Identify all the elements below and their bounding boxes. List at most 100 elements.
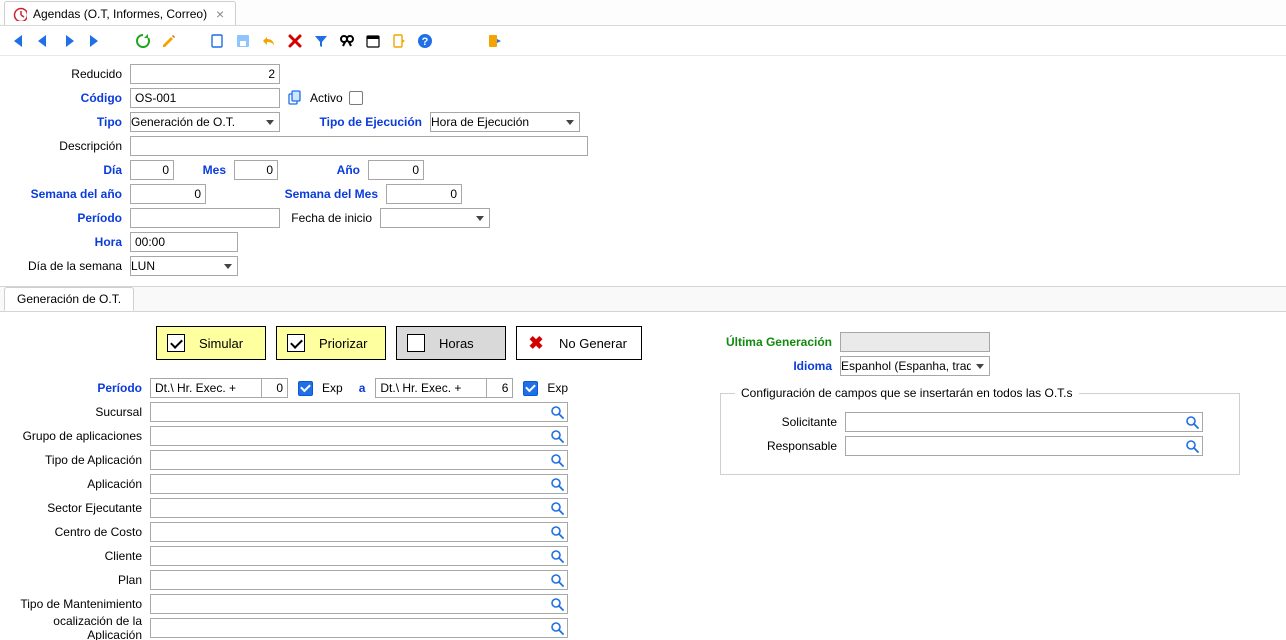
option-simular[interactable]: Simular [156,326,266,360]
tipo-select[interactable]: Generación de O.T. [130,112,280,132]
semana-mes-field[interactable] [386,184,462,204]
lookup-field[interactable] [150,522,568,542]
reducido-field[interactable] [130,64,280,84]
periodo-label: Período [10,211,130,225]
config-campos-fieldset: Configuración de campos que se insertará… [720,386,1240,475]
tipo-ejecucion-label: Tipo de Ejecución [280,115,430,129]
option-horas[interactable]: Horas [396,326,506,360]
nav-next-button[interactable] [58,30,80,52]
document-tabstrip: Agendas (O.T, Informes, Correo) × [0,0,1286,26]
nav-prev-button[interactable] [32,30,54,52]
checkbox-icon [407,334,425,352]
main-toolbar [0,26,1286,56]
search-icon[interactable] [549,452,565,468]
periodo-to-text[interactable] [375,378,487,398]
find-button[interactable] [336,30,358,52]
option-no-generar[interactable]: ✖No Generar [516,326,642,360]
exp-to-label: Exp [547,381,568,395]
lookup-field[interactable] [150,618,568,638]
idioma-select[interactable]: Espanhol (Espanha, tradi [840,356,990,376]
lookup-field[interactable] [150,450,568,470]
search-icon[interactable] [549,428,565,444]
descripcion-label: Descripción [10,139,130,153]
undo-button[interactable] [258,30,280,52]
fieldset-legend: Configuración de campos que se insertará… [735,386,1079,400]
responsable-field[interactable] [845,436,1203,456]
lookup-field[interactable] [150,402,568,422]
lookup-label: Grupo de aplicaciones [0,429,150,443]
help-button[interactable] [414,30,436,52]
solicitante-field[interactable] [845,412,1203,432]
search-icon[interactable] [549,572,565,588]
option-priorizar[interactable]: Priorizar [276,326,386,360]
activo-label: Activo [310,91,343,105]
exit-button[interactable] [484,30,506,52]
tab-title: Agendas (O.T, Informes, Correo) [33,7,207,21]
periodo-from-text[interactable] [150,378,262,398]
exp-from-checkbox[interactable] [298,381,313,396]
semana-ano-field[interactable] [130,184,206,204]
tipo-ejecucion-select[interactable]: Hora de Ejecución [430,112,580,132]
semana-mes-label: Semana del Mes [206,187,386,201]
mes-field[interactable] [234,160,278,180]
lookup-label: ocalización de la Aplicación [0,614,150,640]
copy-icon[interactable] [286,89,304,107]
calendar-button[interactable] [362,30,384,52]
export-button[interactable] [388,30,410,52]
search-icon[interactable] [549,620,565,636]
dia-field[interactable] [130,160,174,180]
descripcion-field[interactable] [130,136,588,156]
document-tab-agendas[interactable]: Agendas (O.T, Informes, Correo) × [4,1,236,25]
activo-checkbox[interactable] [349,91,363,105]
clock-icon [13,7,27,21]
fecha-inicio-select[interactable] [380,208,490,228]
search-icon[interactable] [549,548,565,564]
search-icon[interactable] [549,524,565,540]
save-button[interactable] [232,30,254,52]
ano-field[interactable] [368,160,424,180]
responsable-label: Responsable [735,439,845,453]
fecha-inicio-label: Fecha de inicio [280,211,380,225]
tab-generacion-ot[interactable]: Generación de O.T. [4,287,134,311]
lookup-field[interactable] [150,498,568,518]
search-icon[interactable] [549,500,565,516]
ultima-generacion-label: Última Generación [720,335,840,349]
lookup-label: Tipo de Aplicación [0,453,150,467]
search-icon[interactable] [1184,414,1200,430]
exp-to-checkbox[interactable] [523,381,538,396]
nav-last-button[interactable] [84,30,106,52]
periodo-from-num[interactable] [262,378,288,398]
header-form: Reducido Código Activo Tipo Generación d… [0,56,1286,286]
new-button[interactable] [206,30,228,52]
lookup-label: Cliente [0,549,150,563]
lookup-label: Sector Ejecutante [0,501,150,515]
search-icon[interactable] [549,476,565,492]
edit-button[interactable] [158,30,180,52]
section-tabbar: Generación de O.T. [0,286,1286,312]
search-icon[interactable] [1184,438,1200,454]
detail-pane: Simular Priorizar Horas ✖No Generar Perí… [0,312,1286,640]
refresh-button[interactable] [132,30,154,52]
lookup-field[interactable] [150,546,568,566]
lookup-field[interactable] [150,594,568,614]
dia-semana-select[interactable]: LUN [130,256,238,276]
codigo-field[interactable] [130,88,280,108]
search-icon[interactable] [549,404,565,420]
lookup-field[interactable] [150,426,568,446]
lookup-field[interactable] [150,474,568,494]
close-icon[interactable]: × [213,7,227,21]
lookup-field[interactable] [150,570,568,590]
section-tab-label: Generación de O.T. [17,292,121,306]
solicitante-label: Solicitante [735,415,845,429]
delete-button[interactable] [284,30,306,52]
x-icon: ✖ [527,333,545,354]
search-icon[interactable] [549,596,565,612]
hora-field[interactable] [130,232,238,252]
periodo-to-num[interactable] [487,378,513,398]
lookup-label: Sucursal [0,405,150,419]
nav-first-button[interactable] [6,30,28,52]
filter-button[interactable] [310,30,332,52]
lookup-label: Plan [0,573,150,587]
checkbox-icon [287,334,305,352]
periodo-field[interactable] [130,208,280,228]
